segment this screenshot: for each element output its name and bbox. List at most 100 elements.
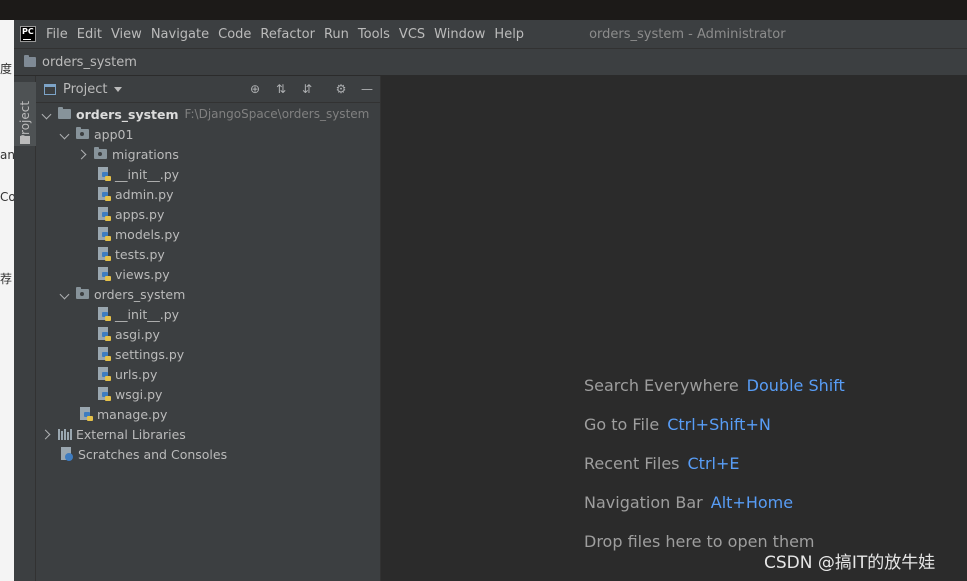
tree-item-file[interactable]: views.py (98, 264, 170, 284)
tree-item-file[interactable]: models.py (98, 224, 180, 244)
editor-empty-area[interactable]: Search Everywhere Double Shift Go to File… (381, 76, 967, 581)
tree-item-label: models.py (115, 226, 180, 242)
library-icon (58, 428, 72, 440)
breadcrumb-project[interactable]: orders_system (42, 55, 137, 70)
desktop-background (0, 0, 967, 20)
tree-item-label: urls.py (115, 366, 158, 382)
project-tool-window-button[interactable]: Project (14, 82, 36, 146)
tree-item-label: apps.py (115, 206, 165, 222)
tree-item-orders-system-package[interactable]: orders_system (60, 284, 185, 304)
tree-item-label: manage.py (97, 406, 168, 422)
menu-help[interactable]: Help (494, 27, 524, 42)
tree-item-file[interactable]: settings.py (98, 344, 184, 364)
project-path: F:\DjangoSpace\orders_system (184, 107, 370, 121)
menu-vcs[interactable]: VCS (399, 27, 425, 42)
menu-refactor[interactable]: Refactor (260, 27, 315, 42)
tree-item-app01[interactable]: app01 (60, 124, 133, 144)
menu-code[interactable]: Code (218, 27, 251, 42)
tree-item-label: wsgi.py (115, 386, 163, 402)
python-file-icon (98, 226, 112, 242)
menu-window[interactable]: Window (434, 27, 485, 42)
project-view-icon (44, 83, 56, 95)
tree-item-label: External Libraries (76, 426, 186, 442)
tree-item-file[interactable]: __init__.py (98, 304, 179, 324)
hint-navigation-bar: Navigation Bar Alt+Home (584, 493, 793, 512)
menu-view[interactable]: View (111, 27, 142, 42)
python-file-icon (98, 166, 112, 182)
tree-item-file[interactable]: urls.py (98, 364, 157, 384)
tree-item-label: app01 (94, 126, 134, 142)
navigation-bar: orders_system (14, 48, 967, 76)
menu-navigate[interactable]: Navigate (151, 27, 209, 42)
tree-item-label: asgi.py (115, 326, 160, 342)
background-text-fragment: 荐 (0, 272, 13, 286)
project-panel: Project ⊕ ⇅ ⇵ ⚙ — orders_system F:\Djang… (36, 76, 381, 581)
tree-item-external-libraries[interactable]: External Libraries (42, 424, 186, 444)
background-text-fragment: 度 (0, 62, 13, 76)
python-file-icon (98, 186, 112, 202)
tree-item-migrations[interactable]: migrations (78, 144, 179, 164)
tree-item-label: tests.py (115, 246, 165, 262)
background-text-fragment: an (0, 148, 15, 162)
gear-icon[interactable]: ⚙ (334, 82, 348, 96)
python-file-icon (98, 346, 112, 362)
tree-item-label: __init__.py (115, 166, 180, 182)
hint-shortcut: Ctrl+E (687, 454, 740, 473)
tree-item-file[interactable]: apps.py (98, 204, 164, 224)
tree-item-scratches[interactable]: Scratches and Consoles (60, 444, 227, 464)
hint-label: Recent Files (584, 454, 680, 473)
chevron-right-icon[interactable] (78, 149, 88, 159)
menu-run[interactable]: Run (324, 27, 349, 42)
python-file-icon (80, 406, 94, 422)
chevron-down-icon[interactable] (114, 86, 123, 92)
menu-file[interactable]: File (46, 27, 68, 42)
watermark: CSDN @搞IT的放牛娃 (764, 553, 936, 573)
tree-item-label: views.py (115, 266, 170, 282)
python-file-icon (98, 266, 112, 282)
window-title: orders_system - Administrator (589, 26, 786, 42)
project-folder-icon (24, 55, 36, 67)
package-folder-icon (76, 287, 89, 299)
background-window-strip: 度 an Co 荐 (0, 20, 16, 581)
locate-target-icon[interactable]: ⊕ (248, 82, 262, 96)
hide-panel-icon[interactable]: — (360, 82, 374, 96)
tree-item-file[interactable]: tests.py (98, 244, 165, 264)
chevron-down-icon[interactable] (42, 109, 52, 119)
menu-tools[interactable]: Tools (358, 27, 390, 42)
python-file-icon (98, 306, 112, 322)
tree-item-file[interactable]: manage.py (80, 404, 167, 424)
chevron-down-icon[interactable] (60, 129, 70, 139)
chevron-right-icon[interactable] (42, 429, 52, 439)
tree-item-label: Scratches and Consoles (78, 446, 228, 462)
tree-item-file[interactable]: admin.py (98, 184, 173, 204)
tree-item-label: settings.py (115, 346, 185, 362)
collapse-all-icon[interactable]: ⇵ (300, 82, 314, 96)
hint-recent-files: Recent Files Ctrl+E (584, 454, 739, 473)
pycharm-logo-icon: PC (20, 26, 36, 42)
tree-item-label: orders_system (94, 286, 186, 302)
python-file-icon (98, 366, 112, 382)
hint-search-everywhere: Search Everywhere Double Shift (584, 376, 845, 395)
tree-item-label: admin.py (115, 186, 174, 202)
tree-item-label: orders_system (76, 106, 179, 122)
hint-go-to-file: Go to File Ctrl+Shift+N (584, 415, 771, 434)
menu-edit[interactable]: Edit (77, 27, 102, 42)
python-file-icon (98, 206, 112, 222)
tree-item-project-root[interactable]: orders_system F:\DjangoSpace\orders_syst… (42, 104, 369, 124)
scratches-icon (60, 447, 74, 461)
tree-item-label: __init__.py (115, 306, 180, 322)
python-file-icon (98, 246, 112, 262)
tree-item-file[interactable]: __init__.py (98, 164, 179, 184)
project-view-selector[interactable]: Project (63, 82, 107, 97)
package-folder-icon (94, 147, 107, 159)
hint-label: Search Everywhere (584, 376, 739, 395)
chevron-down-icon[interactable] (60, 289, 70, 299)
tree-item-file[interactable]: asgi.py (98, 324, 160, 344)
menu-bar: PC File Edit View Navigate Code Refactor… (14, 20, 967, 48)
expand-all-icon[interactable]: ⇅ (274, 82, 288, 96)
folder-icon (58, 107, 71, 119)
hint-label: Go to File (584, 415, 660, 434)
hint-shortcut: Alt+Home (710, 493, 794, 512)
hint-shortcut: Ctrl+Shift+N (667, 415, 771, 434)
tree-item-file[interactable]: wsgi.py (98, 384, 162, 404)
